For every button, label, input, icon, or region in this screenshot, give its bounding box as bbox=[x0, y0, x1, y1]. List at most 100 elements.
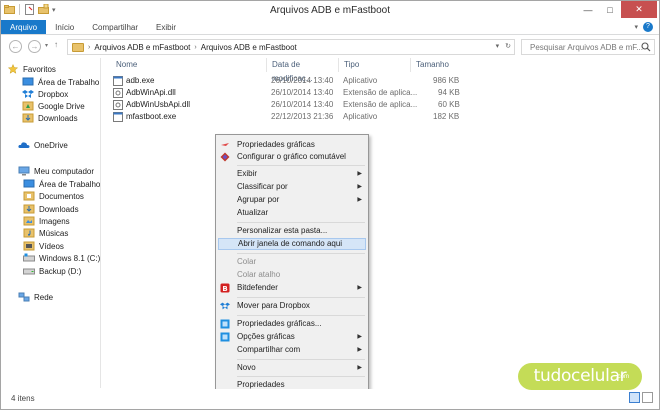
sidebar-item-label: Favoritos bbox=[23, 64, 56, 74]
submenu-arrow-icon: ▶ bbox=[357, 285, 362, 291]
help-icon[interactable]: ? bbox=[643, 22, 653, 32]
column-header-type[interactable]: Tipo bbox=[339, 58, 411, 72]
sidebar-item-desktop[interactable]: Área de Trabalho bbox=[23, 178, 100, 190]
sidebar-item-google-drive[interactable]: Google Drive bbox=[22, 100, 85, 112]
tab-inicio[interactable]: Início bbox=[46, 20, 83, 34]
sidebar-item-videos[interactable]: Vídeos bbox=[23, 240, 64, 252]
file-type: Extensão de aplica... bbox=[343, 100, 418, 109]
submenu-arrow-icon: ▶ bbox=[357, 334, 362, 340]
file-size: 986 KB bbox=[433, 76, 460, 85]
search-input[interactable]: Pesquisar Arquivos ADB e mF... bbox=[521, 39, 655, 55]
sidebar-item-drive-d[interactable]: Backup (D:) bbox=[23, 265, 81, 277]
sidebar-item-network[interactable]: Rede bbox=[18, 291, 53, 303]
computer-icon bbox=[18, 166, 30, 176]
sidebar-item-documents[interactable]: Documentos bbox=[23, 190, 84, 202]
sidebar-item-music[interactable]: Músicas bbox=[23, 227, 68, 239]
menu-item-graphics-properties[interactable]: Propriedades gráficas bbox=[218, 139, 366, 151]
file-size: 60 KB bbox=[438, 100, 460, 109]
column-header-size[interactable]: Tamanho bbox=[411, 58, 459, 72]
star-icon bbox=[7, 64, 19, 74]
back-button[interactable]: ← bbox=[9, 40, 22, 53]
minimize-button[interactable]: — bbox=[577, 1, 599, 18]
sidebar-item-label: Dropbox bbox=[38, 89, 69, 99]
breadcrumb-chevron-icon[interactable]: › bbox=[88, 44, 90, 51]
onedrive-cloud-icon bbox=[18, 142, 30, 148]
sidebar-item-dropbox[interactable]: Dropbox bbox=[22, 88, 68, 100]
menu-separator bbox=[237, 315, 365, 316]
recent-locations-icon[interactable]: ▾ bbox=[45, 42, 48, 49]
column-header-name[interactable]: Nome bbox=[111, 58, 267, 72]
pictures-folder-icon bbox=[23, 216, 35, 226]
file-date: 26/10/2014 13:40 bbox=[271, 100, 334, 109]
tab-exibir[interactable]: Exibir bbox=[147, 20, 185, 34]
refresh-icon[interactable]: ↻ bbox=[505, 42, 511, 50]
menu-item-move-to-dropbox[interactable]: Mover para Dropbox bbox=[218, 300, 366, 312]
sidebar-item-label: Rede bbox=[34, 292, 54, 302]
menu-separator bbox=[237, 253, 365, 254]
sidebar-item-label: Google Drive bbox=[38, 101, 85, 111]
menu-item-bitdefender[interactable]: B Bitdefender ▶ bbox=[218, 282, 366, 294]
tab-compartilhar[interactable]: Compartilhar bbox=[83, 20, 147, 34]
menu-item-customize-folder[interactable]: Personalizar esta pasta... bbox=[218, 225, 366, 237]
column-header-date[interactable]: Data de modificaç... bbox=[267, 58, 339, 83]
intel-graphics-icon bbox=[221, 143, 229, 146]
sidebar-item-label: Backup (D:) bbox=[39, 266, 82, 276]
address-dropdown-icon[interactable]: ▾ bbox=[496, 42, 500, 50]
sidebar-item-favorites[interactable]: Favoritos bbox=[7, 63, 56, 75]
videos-folder-icon bbox=[23, 241, 35, 251]
tab-arquivo[interactable]: Arquivo bbox=[1, 20, 47, 34]
menu-item-graphics-properties-dialog[interactable]: Propriedades gráficas... bbox=[218, 318, 366, 330]
dropbox-icon bbox=[220, 302, 230, 310]
table-row[interactable]: mfastboot.exe 22/12/2013 21:36 Aplicativ… bbox=[102, 111, 659, 123]
file-name: adb.exe bbox=[126, 76, 155, 85]
breadcrumb-chevron-icon[interactable]: › bbox=[194, 44, 196, 51]
downloads-icon bbox=[23, 204, 35, 214]
sidebar-item-computer[interactable]: Meu computador bbox=[18, 165, 94, 177]
address-bar[interactable]: › Arquivos ADB e mFastboot › Arquivos AD… bbox=[67, 39, 515, 55]
menu-item-new[interactable]: Novo ▶ bbox=[218, 362, 366, 374]
up-button[interactable]: ↑ bbox=[54, 40, 58, 49]
menu-separator bbox=[237, 165, 365, 166]
sidebar-item-label: Documentos bbox=[39, 191, 84, 201]
menu-item-paste-shortcut[interactable]: Colar atalho bbox=[218, 269, 366, 281]
svg-text:B: B bbox=[222, 285, 227, 293]
table-row[interactable]: adb.exe 26/10/2014 13:40 Aplicativo 986 … bbox=[102, 75, 659, 87]
sidebar-item-label: Imagens bbox=[39, 216, 70, 226]
menu-item-paste[interactable]: Colar bbox=[218, 256, 366, 268]
menu-item-refresh[interactable]: Atualizar bbox=[218, 207, 366, 219]
menu-item-share-with[interactable]: Compartilhar com ▶ bbox=[218, 344, 366, 356]
sidebar-item-label: Meu computador bbox=[34, 166, 95, 176]
menu-item-graphics-options[interactable]: Opções gráficas ▶ bbox=[218, 331, 366, 343]
breadcrumb-item[interactable]: Arquivos ADB e mFastboot bbox=[94, 43, 190, 52]
close-button[interactable]: ✕ bbox=[621, 1, 657, 18]
file-name: mfastboot.exe bbox=[126, 112, 177, 121]
menu-item-sort-by[interactable]: Classificar por ▶ bbox=[218, 181, 366, 193]
sidebar-item-onedrive[interactable]: OneDrive bbox=[18, 139, 68, 151]
sidebar-item-desktop[interactable]: Área de Trabalho bbox=[22, 76, 99, 88]
menu-item-switchable-graphics[interactable]: Configurar o gráfico comutável bbox=[218, 151, 366, 163]
table-row[interactable]: AdbWinApi.dll 26/10/2014 13:40 Extensão … bbox=[102, 87, 659, 99]
sidebar-item-downloads[interactable]: Downloads bbox=[22, 112, 78, 124]
large-icons-view-button[interactable] bbox=[642, 392, 653, 403]
menu-item-view[interactable]: Exibir ▶ bbox=[218, 168, 366, 180]
music-folder-icon bbox=[23, 228, 35, 238]
maximize-button[interactable]: □ bbox=[599, 1, 621, 18]
file-date: 26/10/2014 13:40 bbox=[271, 76, 334, 85]
expand-ribbon-icon[interactable]: ▾ bbox=[634, 23, 638, 31]
file-list: Nome Data de modificaç... Tipo Tamanho a… bbox=[102, 58, 659, 388]
sidebar-item-label: Downloads bbox=[39, 204, 79, 214]
details-view-button[interactable] bbox=[629, 392, 640, 403]
search-icon[interactable] bbox=[641, 42, 651, 52]
forward-button[interactable]: → bbox=[28, 40, 41, 53]
sidebar-item-downloads[interactable]: Downloads bbox=[23, 203, 79, 215]
breadcrumb-item[interactable]: Arquivos ADB e mFastboot bbox=[201, 43, 297, 52]
menu-separator bbox=[237, 297, 365, 298]
context-menu: Propriedades gráficas Configurar o gráfi… bbox=[215, 134, 369, 392]
menu-item-group-by[interactable]: Agrupar por ▶ bbox=[218, 194, 366, 206]
sidebar-item-drive-c[interactable]: Windows 8.1 (C:) bbox=[23, 252, 100, 264]
file-date: 22/12/2013 21:36 bbox=[271, 112, 334, 121]
sidebar-item-pictures[interactable]: Imagens bbox=[23, 215, 70, 227]
sidebar-item-label: Windows 8.1 (C:) bbox=[39, 253, 101, 263]
menu-item-open-command-window[interactable]: Abrir janela de comando aqui bbox=[218, 238, 366, 250]
table-row[interactable]: AdbWinUsbApi.dll 26/10/2014 13:40 Extens… bbox=[102, 99, 659, 111]
